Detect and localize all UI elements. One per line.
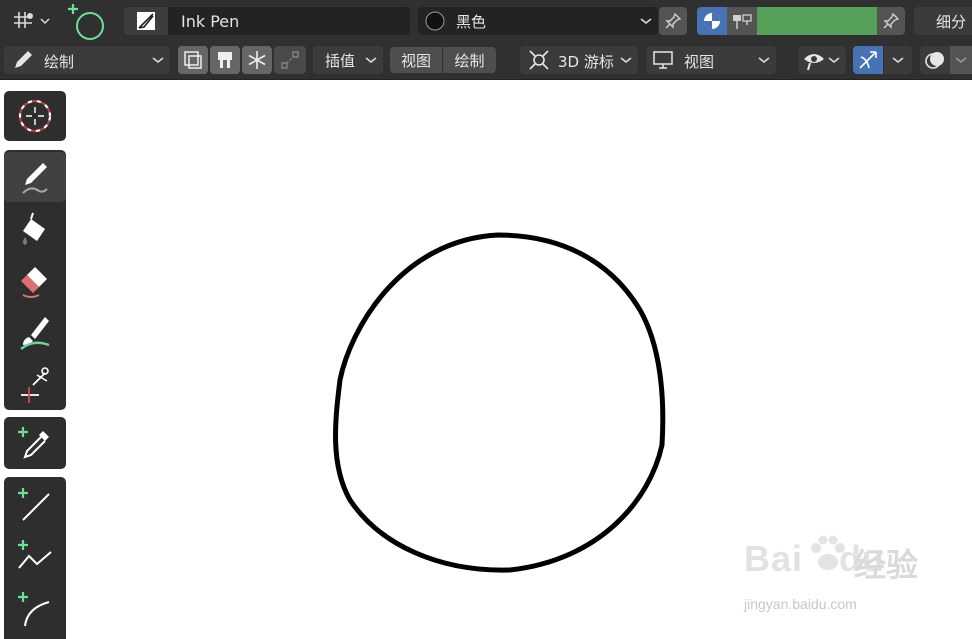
chevron-down-icon <box>828 57 840 64</box>
overlay-toggle-button[interactable] <box>920 46 950 74</box>
tool-polyline[interactable] <box>4 531 66 581</box>
watermark: Bai du 经验 jingyan.baidu.com <box>744 535 944 618</box>
tool-cursor[interactable] <box>4 91 66 141</box>
view-menu[interactable]: 视图 <box>390 47 442 73</box>
material-selector[interactable]: 黑色 <box>418 7 658 35</box>
chevron-down-icon <box>640 18 652 25</box>
gizmo-toggle-button[interactable] <box>853 46 883 74</box>
material-sphere-icon <box>425 11 445 31</box>
add-circle-button[interactable] <box>64 2 108 40</box>
pin-material-button[interactable] <box>659 7 687 35</box>
interpolate-menu[interactable]: 插值 <box>313 46 383 74</box>
subdivide-label: 细分 <box>936 12 967 31</box>
chevron-down-icon <box>955 57 967 64</box>
pen-nib-icon <box>137 12 155 30</box>
tool-cutter[interactable] <box>4 360 66 410</box>
draw-menu[interactable]: 绘制 <box>443 47 496 73</box>
pivot-icon <box>14 12 33 28</box>
view-plane-label: 视图 <box>684 53 715 71</box>
pin-color-button[interactable] <box>877 7 905 35</box>
subdivide-dropdown[interactable]: 细分 <box>914 7 972 35</box>
chevron-down-icon <box>892 57 904 64</box>
pencil-icon <box>15 51 32 68</box>
arc-icon <box>18 592 50 627</box>
eyedropper-icon <box>18 427 49 459</box>
material-name: 黑色 <box>456 13 487 31</box>
overlay-icon <box>925 52 944 69</box>
toolbar-group-paint <box>4 150 66 410</box>
pin-icon <box>883 12 900 29</box>
mode-label: 绘制 <box>44 53 75 71</box>
multiframe-button[interactable] <box>178 46 208 74</box>
eye-icon <box>804 54 824 71</box>
gizmo-dropdown[interactable] <box>884 46 912 74</box>
view-plane-dropdown[interactable]: 视图 <box>646 46 776 74</box>
tool-eyedropper[interactable] <box>4 418 66 468</box>
brush-selector[interactable]: Ink Pen <box>124 7 410 35</box>
header-row-2: 绘制 插值 视图 绘制 3D 游标 视图 <box>0 40 972 80</box>
freeze-button[interactable] <box>242 46 272 74</box>
tool-erase[interactable] <box>4 256 66 306</box>
tool-draw[interactable] <box>4 152 66 202</box>
tint-brush-icon <box>20 317 50 350</box>
interpolate-label: 插值 <box>325 51 356 70</box>
tool-fill[interactable] <box>4 204 66 254</box>
snowflake-icon <box>248 51 266 69</box>
line-icon <box>18 488 50 521</box>
tool-tint[interactable] <box>4 308 66 358</box>
color-mode-vertex-button[interactable] <box>727 7 757 35</box>
cursor-label: 3D 游标 <box>558 53 614 71</box>
scissors-icon <box>21 367 49 403</box>
vertex-color-icon <box>733 14 752 29</box>
chevron-down-icon <box>40 18 50 25</box>
view-label: 视图 <box>400 51 431 70</box>
visibility-dropdown[interactable] <box>798 46 846 74</box>
fill-bucket-icon <box>23 212 45 245</box>
gizmo-icon <box>859 51 877 69</box>
cursor-target-icon <box>529 50 549 70</box>
draw-label: 绘制 <box>454 51 485 70</box>
color-swatch[interactable] <box>757 7 877 35</box>
watermark-brand-text: 经验 <box>854 546 919 584</box>
color-wheel-icon <box>704 13 720 29</box>
eraser-icon <box>21 267 47 298</box>
stroke-edit-button[interactable] <box>274 46 306 74</box>
tool-line[interactable] <box>4 479 66 529</box>
stroke-lock-button[interactable] <box>210 46 240 74</box>
paw-icon <box>811 535 845 570</box>
chevron-down-icon <box>152 57 164 64</box>
header-row-1: Ink Pen 黑色 细分 <box>0 0 972 40</box>
stroke-points-icon <box>281 51 299 69</box>
brush-name: Ink Pen <box>181 12 240 31</box>
overlay-dropdown[interactable] <box>950 46 972 74</box>
transform-pivot-dropdown[interactable] <box>4 6 52 34</box>
pen-icon <box>22 163 48 194</box>
polyline-icon <box>18 540 52 569</box>
chevron-down-icon <box>758 57 770 64</box>
chevron-down-icon <box>365 57 377 64</box>
cursor-icon <box>18 99 52 133</box>
add-circle-icon <box>68 4 104 40</box>
layers-icon <box>184 51 202 69</box>
watermark-url-text: jingyan.baidu.com <box>744 596 857 612</box>
brush-preview <box>124 7 168 35</box>
color-mode-material-button[interactable] <box>697 7 727 35</box>
lock-axis-icon <box>218 52 232 68</box>
chevron-down-icon <box>620 57 632 64</box>
toolbar-group-eyedropper <box>4 417 66 469</box>
mode-selector[interactable]: 绘制 <box>4 46 170 74</box>
toolbar-group-cursor <box>4 91 66 141</box>
monitor-icon <box>653 51 673 69</box>
tool-arc[interactable] <box>4 583 66 633</box>
toolbar-group-shapes <box>4 477 66 639</box>
pin-icon <box>665 12 682 29</box>
cursor-placement-dropdown[interactable]: 3D 游标 <box>520 46 638 74</box>
